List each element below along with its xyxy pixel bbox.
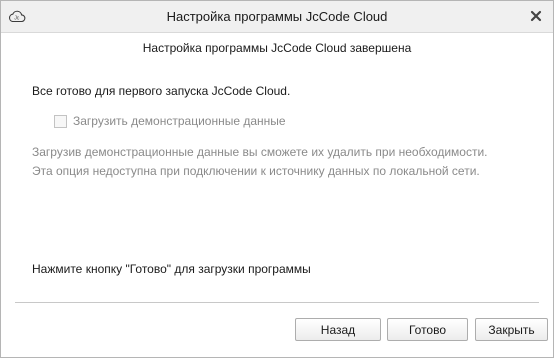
demo-data-checkbox[interactable] (54, 114, 67, 128)
close-button[interactable]: Закрыть (475, 318, 548, 341)
ready-message: Все готово для первого запуска JcCode Cl… (32, 84, 291, 98)
window-title: Настройка программы JcCode Cloud (166, 9, 388, 24)
demo-data-hint: Загрузив демонстрационные данные вы смож… (32, 143, 488, 181)
finish-instruction: Нажмите кнопку "Готово" для загрузки про… (32, 262, 311, 276)
setup-complete-heading: Настройка программы JcCode Cloud заверше… (142, 41, 412, 55)
close-icon[interactable] (527, 7, 545, 25)
demo-data-option: Загрузить демонстрационные данные (54, 113, 286, 129)
footer-divider (15, 302, 539, 303)
done-button[interactable]: Готово (387, 318, 468, 341)
setup-dialog: Jc Настройка программы JcCode Cloud Наст… (0, 0, 554, 358)
demo-data-checkbox-label: Загрузить демонстрационные данные (73, 114, 286, 128)
hint-line-1: Загрузив демонстрационные данные вы смож… (32, 145, 488, 159)
hint-line-2: Эта опция недоступна при подключении к и… (32, 164, 480, 178)
back-button[interactable]: Назад (295, 318, 381, 341)
title-bar: Jc Настройка программы JcCode Cloud (1, 1, 553, 33)
